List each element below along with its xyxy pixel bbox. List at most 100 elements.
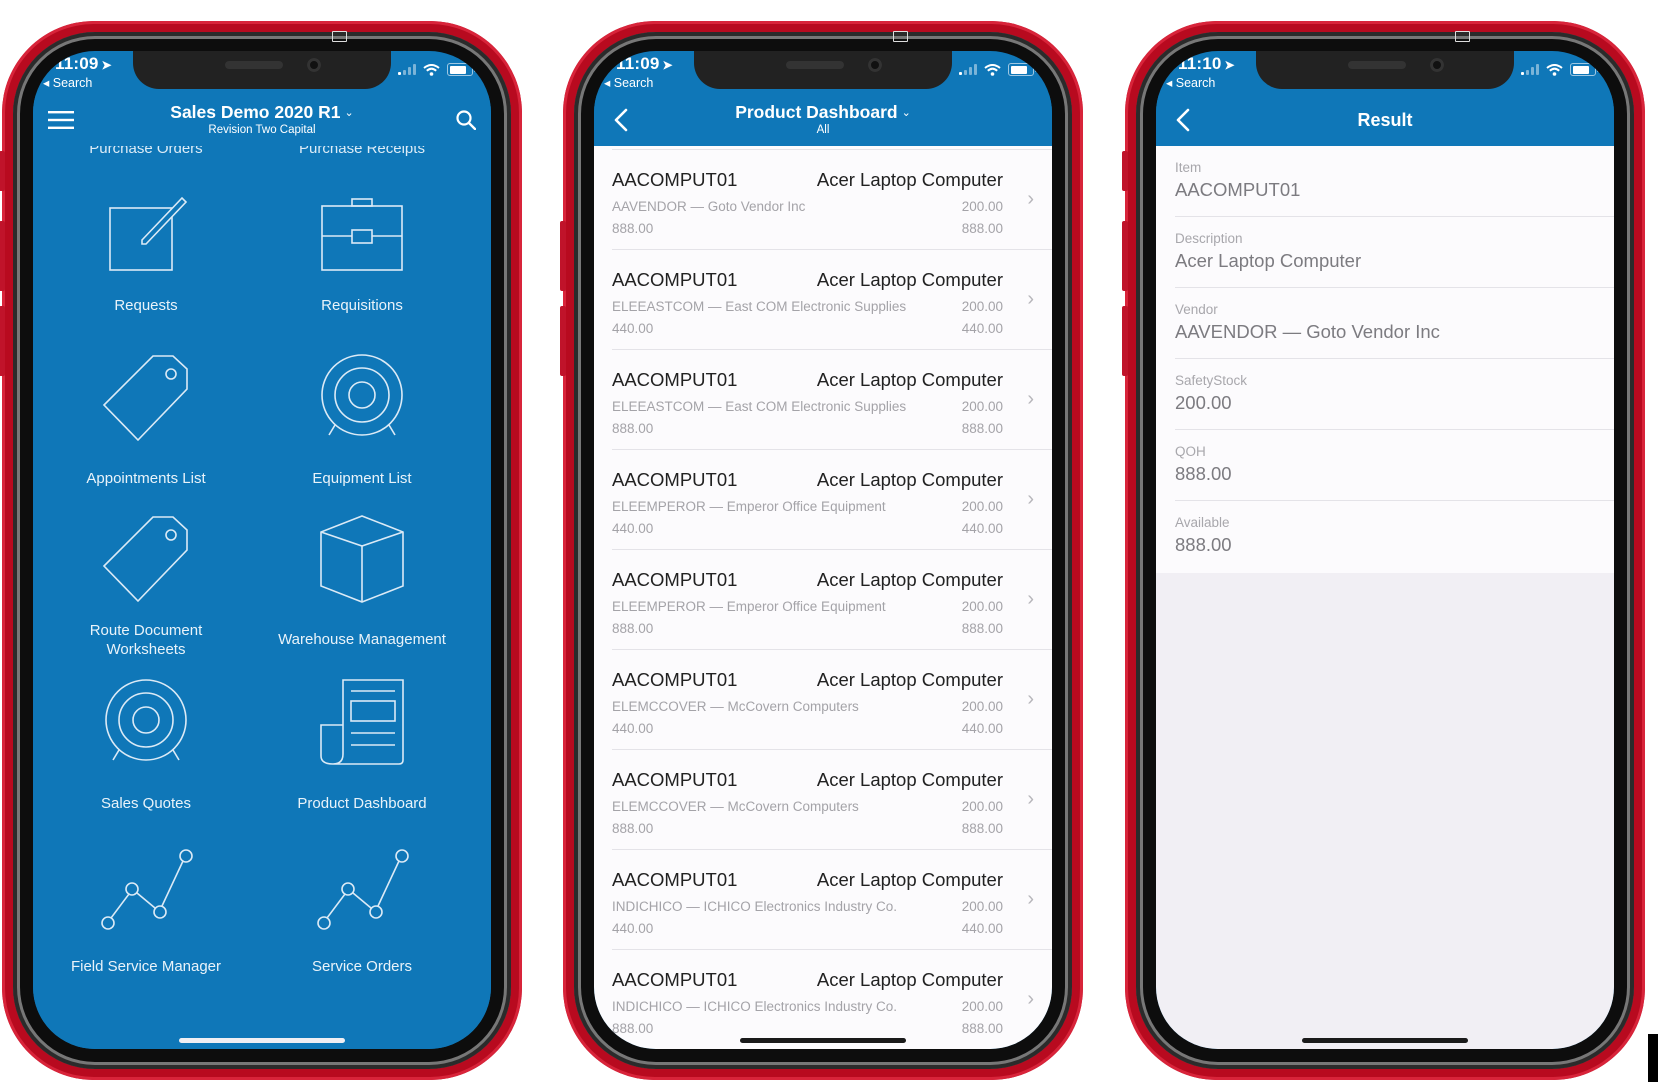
item-id: AACOMPUT01 [612, 669, 738, 690]
chevron-down-icon: ⌄ [344, 107, 354, 119]
chevron-right-icon: › [1027, 988, 1034, 1010]
field-value: AAVENDOR — Goto Vendor Inc [1175, 321, 1440, 342]
list-item[interactable]: AACOMPUT01 Acer Laptop Computer INDICHIC… [612, 949, 1052, 1049]
signal-icon [1521, 64, 1539, 75]
tile-label-purchase-orders[interactable]: Purchase Orders [38, 146, 254, 157]
item-id: AACOMPUT01 [612, 269, 738, 290]
safety-stock: 200.00 [961, 599, 1003, 614]
back-to-search-link[interactable]: ◂ Search [43, 75, 92, 90]
available: 440.00 [961, 321, 1003, 336]
briefcase-icon [321, 198, 403, 271]
wifi-icon [1546, 63, 1563, 76]
tile-requisitions[interactable]: Requisitions [254, 190, 470, 315]
field-vendor: Vendor AAVENDOR — Goto Vendor Inc [1175, 288, 1614, 359]
list-item[interactable]: AACOMPUT01 Acer Laptop Computer ELEEMPER… [612, 549, 1052, 650]
side-button [1122, 306, 1128, 376]
field-safety-stock: SafetyStock 200.00 [1175, 359, 1614, 430]
company-subtitle: Revision Two Capital [208, 124, 316, 136]
qoh: 440.00 [612, 921, 654, 936]
nav-bar: Result [1156, 95, 1614, 146]
list-item[interactable]: AACOMPUT01 Acer Laptop Computer ELEMCCOV… [612, 649, 1052, 750]
qoh: 888.00 [612, 221, 654, 236]
item-description: Acer Laptop Computer [816, 569, 1003, 590]
field-value: AACOMPUT01 [1175, 179, 1301, 200]
side-button [0, 306, 5, 376]
back-to-search-link[interactable]: ◂ Search [1166, 75, 1215, 90]
side-button [0, 221, 5, 291]
item-vendor: AAVENDOR — Goto Vendor Inc [612, 199, 806, 214]
side-button [0, 151, 5, 191]
notch [694, 51, 952, 89]
tile-requests[interactable]: Requests [38, 190, 254, 315]
tile-product-dashboard[interactable]: Product Dashboard [254, 678, 470, 813]
nav-bar: Product Dashboard ⌄ All [594, 95, 1052, 146]
safety-stock: 200.00 [961, 699, 1003, 714]
field-item: Item AACOMPUT01 [1175, 146, 1614, 217]
partially-scrolled-row: Purchase Orders Purchase Receipts [33, 146, 491, 157]
list-item[interactable]: AACOMPUT01 Acer Laptop Computer AAVENDOR… [612, 149, 1052, 250]
item-description: Acer Laptop Computer [816, 969, 1003, 990]
item-vendor: ELEMCCOVER — McCovern Computers [612, 699, 859, 714]
list-item[interactable]: AACOMPUT01 Acer Laptop Computer INDICHIC… [612, 849, 1052, 950]
search-button[interactable] [451, 105, 481, 135]
item-description: Acer Laptop Computer [816, 769, 1003, 790]
field-description: Description Acer Laptop Computer [1175, 217, 1614, 288]
item-id: AACOMPUT01 [612, 169, 738, 190]
menu-grid: Purchase Orders Purchase Receipts Reques… [33, 146, 491, 1049]
chevron-right-icon: › [1027, 788, 1034, 810]
item-id: AACOMPUT01 [612, 469, 738, 490]
chevron-right-icon: › [1027, 688, 1034, 710]
home-indicator[interactable] [1302, 1038, 1468, 1043]
tile-equipment-list[interactable]: Equipment List [254, 353, 470, 488]
sensor [332, 31, 347, 42]
item-id: AACOMPUT01 [612, 369, 738, 390]
list-item[interactable]: AACOMPUT01 Acer Laptop Computer ELEEMPER… [612, 449, 1052, 550]
tile-sales-quotes[interactable]: Sales Quotes [38, 678, 254, 813]
notch [133, 51, 391, 89]
tile-route-document-worksheets[interactable]: Route Document Worksheets [38, 514, 254, 659]
tile-service-orders[interactable]: Service Orders [254, 843, 470, 976]
location-arrow-icon: ➤ [662, 58, 673, 72]
field-label: QOH [1175, 444, 1206, 459]
chevron-right-icon: › [1027, 588, 1034, 610]
available: 440.00 [961, 521, 1003, 536]
status-time: 11:09 ➤ [55, 54, 112, 73]
wifi-icon [423, 63, 440, 76]
filter-subtitle: All [816, 124, 830, 136]
list-item[interactable]: AACOMPUT01 Acer Laptop Computer ELEMCCOV… [612, 749, 1052, 850]
item-description: Acer Laptop Computer [816, 869, 1003, 890]
chevron-down-icon: ⌄ [901, 107, 911, 119]
home-indicator[interactable] [179, 1038, 345, 1043]
notch [1256, 51, 1514, 89]
screen: 11:10➤ ◂ Search Result Item AACOMPUT01 [1156, 51, 1614, 1049]
cube-icon [320, 515, 404, 603]
back-to-search-link[interactable]: ◂ Search [604, 75, 653, 90]
available: 888.00 [961, 1021, 1003, 1036]
field-available: Available 888.00 [1175, 501, 1614, 571]
status-time: 11:09 ➤ [616, 54, 673, 73]
item-vendor: ELEEASTCOM — East COM Electronic Supplie… [612, 399, 907, 414]
screen: 11:09 ➤ ◂ Search Product Dashboard ⌄ All A… [594, 51, 1052, 1049]
tile-appointments-list[interactable]: Appointments List [38, 353, 254, 488]
item-description: Acer Laptop Computer [816, 269, 1003, 290]
qoh: 440.00 [612, 721, 654, 736]
tag-icon [102, 355, 188, 442]
list-item[interactable]: AACOMPUT01 Acer Laptop Computer ELEEASTC… [612, 349, 1052, 450]
tile-field-service-manager[interactable]: Field Service Manager [38, 843, 254, 976]
home-indicator[interactable] [740, 1038, 906, 1043]
screen-title-dropdown[interactable]: Product Dashboard ⌄ [594, 102, 1052, 123]
item-description: Acer Laptop Computer [816, 669, 1003, 690]
tile-warehouse-management[interactable]: Warehouse Management [254, 514, 470, 649]
qoh: 888.00 [612, 421, 654, 436]
side-button [560, 306, 566, 376]
available: 888.00 [961, 421, 1003, 436]
phone-product-dashboard: 11:09 ➤ ◂ Search Product Dashboard ⌄ All A… [560, 21, 1083, 1080]
field-label: SafetyStock [1175, 373, 1248, 388]
line-chart-icon [101, 849, 193, 930]
field-label: Description [1175, 231, 1243, 246]
app-title-dropdown[interactable]: Sales Demo 2020 R1 ⌄ [33, 102, 491, 123]
item-id: AACOMPUT01 [612, 969, 738, 990]
tile-label-purchase-receipts[interactable]: Purchase Receipts [254, 146, 470, 157]
phone-result-detail: 11:10➤ ◂ Search Result Item AACOMPUT01 [1122, 21, 1645, 1080]
list-item[interactable]: AACOMPUT01 Acer Laptop Computer ELEEASTC… [612, 249, 1052, 350]
